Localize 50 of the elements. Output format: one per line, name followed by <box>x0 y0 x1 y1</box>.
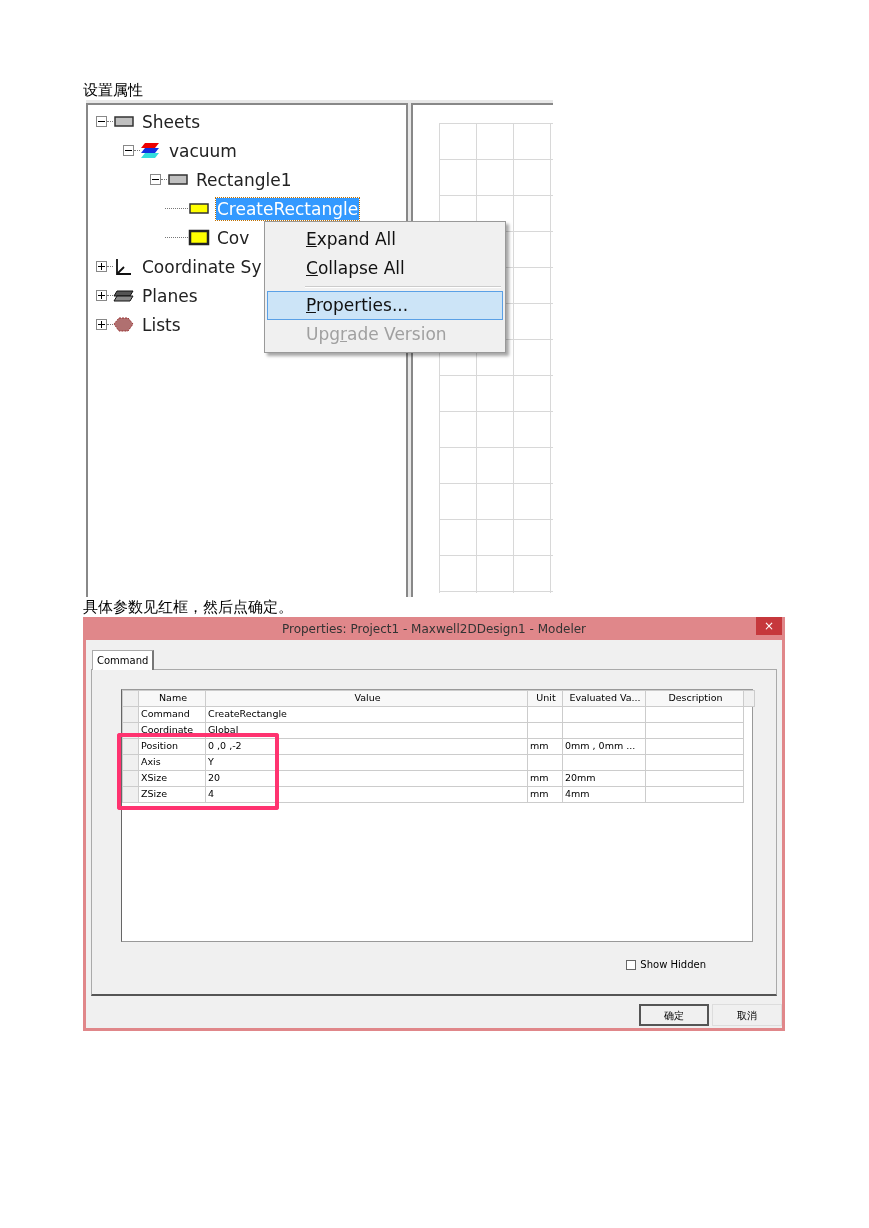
caption: 设置属性 <box>83 80 144 100</box>
table-cell: mm <box>527 786 563 803</box>
table-cell: 0mm , 0mm ... <box>562 738 646 755</box>
column-header: Evaluated Va... <box>562 690 646 707</box>
table-cell: Y <box>205 754 528 771</box>
checkbox-label: Show Hidden <box>640 958 706 972</box>
rectangle-icon <box>167 171 189 188</box>
close-button[interactable]: × <box>756 617 782 635</box>
rectangle-icon <box>113 113 135 130</box>
menu-item[interactable]: Properties... <box>267 291 503 320</box>
table-cell: CreateRectangle <box>205 706 528 723</box>
table-cell: mm <box>527 738 563 755</box>
table-cell: 20 <box>205 770 528 787</box>
column-header: Name <box>138 690 206 707</box>
expand-icon[interactable] <box>96 290 107 301</box>
table-cell: 0 ,0 ,-2 <box>205 738 528 755</box>
column-header: Description <box>645 690 744 707</box>
tree-item[interactable]: Coordinate Sy <box>141 255 263 278</box>
collapse-icon[interactable] <box>96 116 107 127</box>
collapse-icon[interactable] <box>123 145 134 156</box>
table-cell: Command <box>138 706 206 723</box>
tree-item[interactable]: vacuum <box>168 139 238 162</box>
tab[interactable]: Command <box>92 650 155 670</box>
tree-item[interactable]: Rectangle1 <box>195 168 293 191</box>
planes-icon <box>113 287 135 304</box>
table-cell: 4mm <box>562 786 646 803</box>
column-header: Unit <box>527 690 563 707</box>
table-cell: Global <box>205 722 528 739</box>
dialog-button[interactable]: 确定 <box>639 1004 709 1026</box>
checkbox[interactable] <box>626 959 637 970</box>
rectangle-icon <box>188 200 210 217</box>
table-cell: 20mm <box>562 770 646 787</box>
menu-item[interactable]: Expand All <box>267 225 503 254</box>
column-header: Value <box>205 690 528 707</box>
collapse-icon[interactable] <box>150 174 161 185</box>
caption: 具体参数见红框，然后点确定。 <box>83 597 294 617</box>
tree-item[interactable]: Lists <box>141 313 182 336</box>
framed-rectangle-icon <box>188 229 210 246</box>
expand-icon[interactable] <box>96 261 107 272</box>
polygon-icon <box>113 316 135 333</box>
window-title: Properties: Project1 - Maxwell2DDesign1 - Modeler <box>281 621 587 638</box>
tree-item[interactable]: Planes <box>141 284 199 307</box>
tree-item[interactable]: Cov <box>216 226 251 249</box>
menu-item[interactable]: Collapse All <box>267 254 503 283</box>
expand-icon[interactable] <box>96 319 107 330</box>
layers-icon <box>140 142 162 159</box>
tree-item[interactable]: Sheets <box>141 110 201 133</box>
table-cell: 4 <box>205 786 528 803</box>
dialog-button[interactable]: 取消 <box>712 1004 782 1026</box>
table-cell: mm <box>527 770 563 787</box>
